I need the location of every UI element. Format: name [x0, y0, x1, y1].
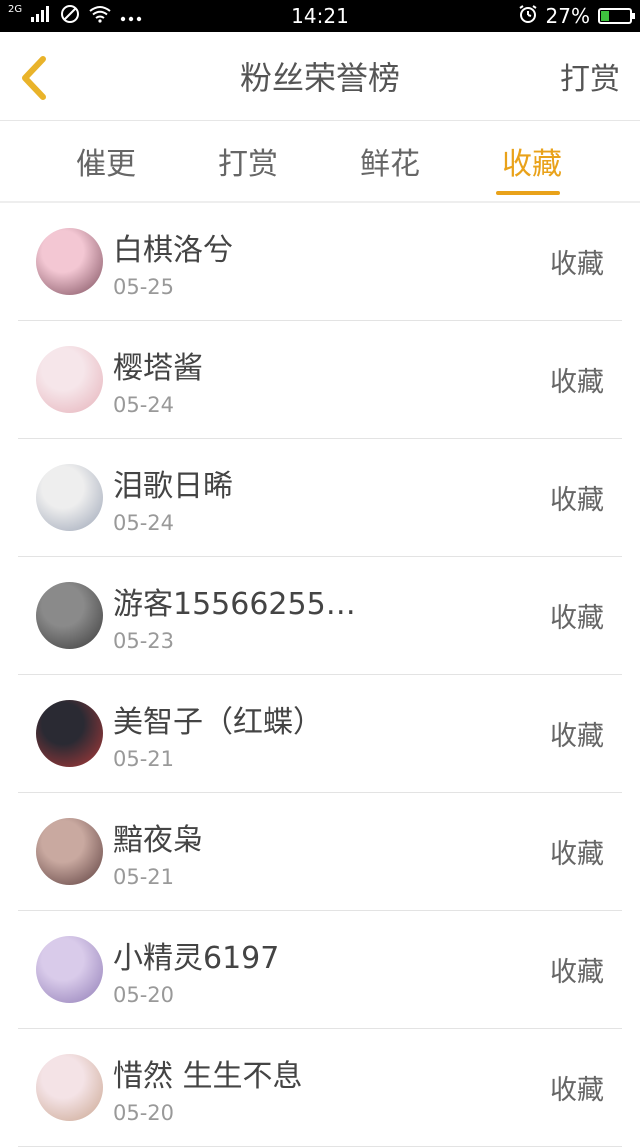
avatar[interactable]: [36, 582, 103, 649]
fan-date: 05-20: [113, 1101, 175, 1125]
fan-name: 惜然 生生不息: [113, 1059, 303, 1094]
fan-date: 05-21: [113, 865, 175, 889]
support-type: 收藏: [550, 249, 604, 280]
battery-percent: 27%: [545, 4, 590, 28]
tab-bar: 催更 打赏 鲜花 收藏: [0, 121, 640, 203]
support-type: 收藏: [550, 367, 604, 398]
support-type: 收藏: [550, 485, 604, 516]
avatar[interactable]: [36, 818, 103, 885]
avatar[interactable]: [36, 464, 103, 531]
support-type: 收藏: [550, 721, 604, 752]
avatar[interactable]: [36, 700, 103, 767]
fan-date: 05-20: [113, 983, 175, 1007]
page-title: 粉丝荣誉榜: [239, 59, 400, 97]
fan-name: 白棋洛兮: [113, 233, 233, 268]
fan-name: 樱塔酱: [113, 351, 203, 386]
list-item[interactable]: 惜然 生生不息 05-20 收藏: [18, 1029, 622, 1147]
fan-name: 小精灵6197: [113, 941, 280, 976]
status-bar: 2G 14:21 27%: [0, 0, 640, 32]
support-type: 收藏: [550, 839, 604, 870]
list-item[interactable]: 美智子（红蝶） 05-21 收藏: [18, 675, 622, 793]
tab-flowers[interactable]: 鲜花: [319, 121, 461, 201]
support-type: 收藏: [550, 957, 604, 988]
header: 粉丝荣誉榜 打赏: [0, 32, 640, 121]
alarm-icon: [518, 4, 538, 29]
avatar[interactable]: [36, 1054, 103, 1121]
list-item[interactable]: 樱塔酱 05-24 收藏: [18, 321, 622, 439]
fan-name: 美智子（红蝶）: [113, 705, 323, 740]
avatar[interactable]: [36, 228, 103, 295]
support-type: 收藏: [550, 1075, 604, 1106]
fan-name: 泪歌日晞: [113, 469, 233, 504]
fan-name: 游客15566255…: [113, 587, 356, 622]
support-type: 收藏: [550, 603, 604, 634]
tab-reward[interactable]: 打赏: [177, 121, 319, 201]
list-item[interactable]: 泪歌日晞 05-24 收藏: [18, 439, 622, 557]
tab-favorites-label: 收藏: [502, 147, 562, 182]
tab-favorites[interactable]: 收藏: [461, 121, 603, 201]
avatar[interactable]: [36, 936, 103, 1003]
list-item[interactable]: 白棋洛兮 05-25 收藏: [18, 203, 622, 321]
tab-urge[interactable]: 催更: [35, 121, 177, 201]
fan-date: 05-24: [113, 511, 175, 535]
list-item[interactable]: 小精灵6197 05-20 收藏: [18, 911, 622, 1029]
fan-list: 白棋洛兮 05-25 收藏 樱塔酱 05-24 收藏 泪歌日晞 05-24 收藏 游客155662…: [18, 203, 622, 1147]
tab-active-indicator: [496, 191, 560, 195]
reward-button[interactable]: 打赏: [560, 32, 620, 120]
battery-charging-icon: [598, 8, 635, 24]
battery-level: [601, 11, 609, 21]
list-item[interactable]: 游客15566255… 05-23 收藏: [18, 557, 622, 675]
fan-date: 05-23: [113, 629, 175, 653]
avatar[interactable]: [36, 346, 103, 413]
fan-date: 05-21: [113, 747, 175, 771]
fan-name: 黯夜枭: [113, 823, 203, 858]
status-right: 27%: [518, 0, 635, 32]
fan-date: 05-25: [113, 275, 175, 299]
fan-date: 05-24: [113, 393, 175, 417]
list-item[interactable]: 黯夜枭 05-21 收藏: [18, 793, 622, 911]
